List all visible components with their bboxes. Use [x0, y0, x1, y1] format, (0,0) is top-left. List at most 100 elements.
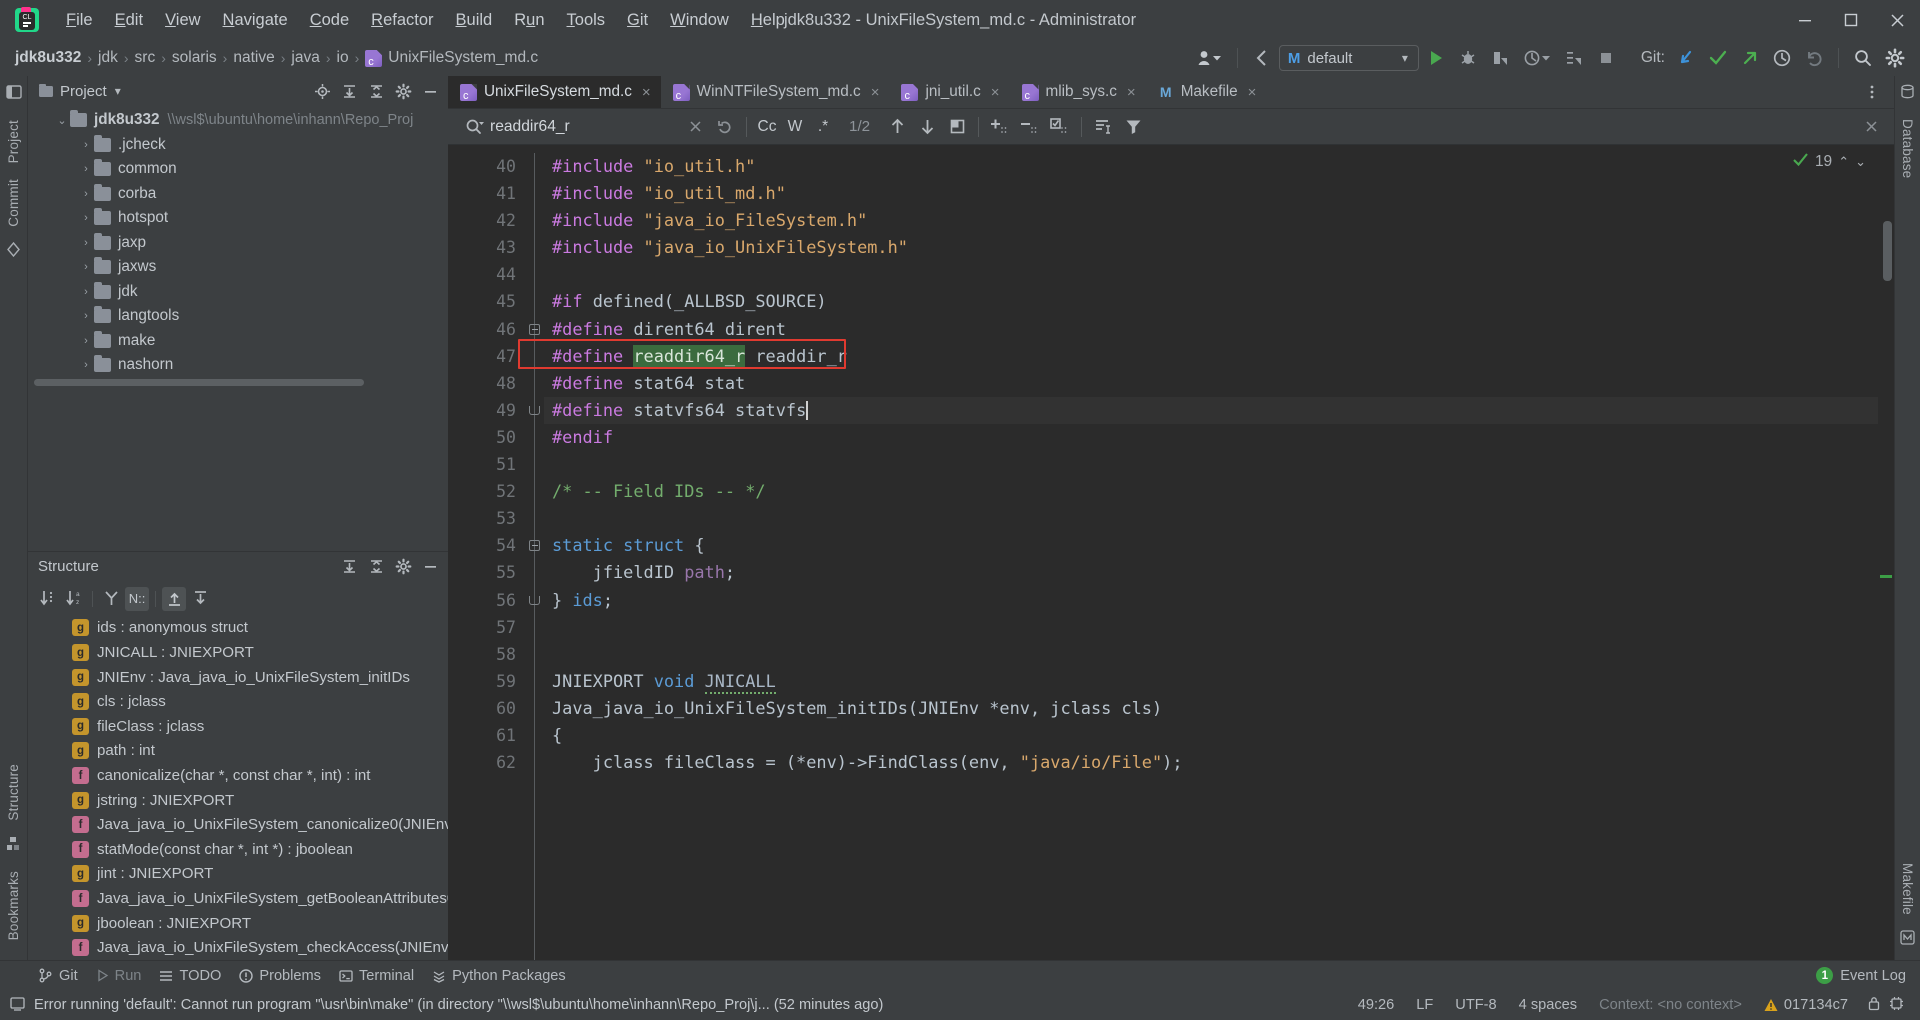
caret-position[interactable]: 49:26 [1347, 997, 1406, 1013]
editor-tab[interactable]: mlib_sys.c × [1010, 76, 1146, 108]
code-line[interactable] [544, 614, 1878, 641]
code-line[interactable]: #include "io_util.h" [544, 153, 1878, 180]
add-selection-icon[interactable] [985, 113, 1015, 141]
code-line[interactable]: } ids; [544, 587, 1878, 614]
tool-window-terminal[interactable]: Terminal [335, 968, 428, 984]
menu-refactor[interactable]: Refactor [361, 7, 443, 34]
chevron-right-icon[interactable]: › [78, 212, 94, 224]
chevron-right-icon[interactable]: › [78, 237, 94, 249]
chevron-down-icon[interactable]: ▾ [115, 84, 121, 98]
tree-row[interactable]: › langtools [28, 304, 448, 329]
tool-window-python-packages[interactable]: Python Packages [428, 968, 580, 984]
regex-toggle[interactable]: .* [809, 113, 837, 141]
tree-row[interactable]: › nashorn [28, 353, 448, 378]
run-configuration-selector[interactable]: M default ▾ [1278, 45, 1419, 71]
user-profile-icon[interactable] [1190, 44, 1228, 72]
code-line[interactable]: #define readdir64_r readdir_r [544, 343, 1878, 370]
code-line[interactable] [544, 261, 1878, 288]
breadcrumb-item-3[interactable]: solaris [167, 47, 222, 69]
menu-view[interactable]: View [155, 7, 210, 34]
chevron-right-icon[interactable]: › [78, 286, 94, 298]
remove-selection-icon[interactable] [1015, 113, 1045, 141]
collapse-all-icon[interactable] [364, 555, 388, 579]
line-separator[interactable]: LF [1405, 997, 1444, 1013]
minimize-button[interactable] [1782, 0, 1828, 40]
tool-window-run[interactable]: Run [92, 968, 156, 984]
code-editor[interactable]: 40 41 42 43 44 45 46 47 48 49 50 51 52 53 54 55 56 57 58 59… [448, 145, 1894, 960]
structure-item[interactable]: g cls : jclass [28, 689, 448, 714]
close-tab-icon[interactable]: × [991, 84, 1000, 101]
code-line[interactable]: #define statvfs64 statvfs [544, 396, 1878, 424]
autoscroll-from-source-icon[interactable] [188, 587, 212, 611]
inspection-prev-icon[interactable]: ⌃ [1838, 154, 1849, 170]
tree-row[interactable]: › common [28, 157, 448, 182]
locate-file-icon[interactable] [310, 79, 334, 103]
stop-icon[interactable] [1591, 44, 1621, 72]
hide-panel-icon[interactable] [418, 79, 442, 103]
sort-alphabetically-icon[interactable]: az [62, 587, 86, 611]
code-line[interactable]: #define stat64 stat [544, 370, 1878, 397]
clear-search-icon[interactable] [680, 113, 710, 141]
show-namespaces-icon[interactable]: N:: [125, 586, 149, 611]
breadcrumb-item-5[interactable]: java [286, 47, 324, 69]
select-all-lines-icon[interactable] [1045, 113, 1075, 141]
editor-tab[interactable]: jni_util.c × [889, 76, 1009, 108]
close-tab-icon[interactable]: × [871, 84, 880, 101]
close-find-icon[interactable] [1856, 113, 1886, 141]
code-line[interactable]: #include "io_util_md.h" [544, 180, 1878, 207]
tree-row[interactable]: › hotspot [28, 206, 448, 231]
lock-icon[interactable] [1859, 996, 1889, 1015]
close-tab-icon[interactable]: × [1127, 84, 1136, 101]
code-line[interactable]: jclass fileClass = (*env)->FindClass(env… [544, 749, 1878, 776]
project-tree-hscrollbar[interactable] [28, 377, 448, 387]
expand-all-icon[interactable] [337, 555, 361, 579]
structure-item[interactable]: g jboolean : JNIEXPORT [28, 911, 448, 936]
git-push-icon[interactable] [1735, 44, 1765, 72]
git-rollback-icon[interactable] [1799, 44, 1829, 72]
menu-tools[interactable]: Tools [557, 7, 616, 34]
more-tabs-icon[interactable] [1860, 80, 1884, 104]
run-coverage-icon[interactable] [1485, 44, 1515, 72]
menu-run[interactable]: Run [504, 7, 554, 34]
code-line[interactable]: Java_java_io_UnixFileSystem_initIDs(JNIE… [544, 695, 1878, 722]
editor-tab[interactable]: UnixFileSystem_md.c × [448, 76, 661, 108]
git-update-icon[interactable] [1671, 44, 1701, 72]
sort-by-visibility-icon[interactable] [36, 587, 60, 611]
structure-item[interactable]: g jstring : JNIEXPORT [28, 788, 448, 813]
chevron-right-icon[interactable]: › [78, 163, 94, 175]
navigate-back-icon[interactable] [1247, 44, 1277, 72]
chevron-down-icon[interactable]: ⌄ [54, 114, 70, 127]
fold-end-icon[interactable] [529, 405, 540, 415]
structure-item[interactable]: f Java_java_io_UnixFileSystem_canonicaliz… [28, 812, 448, 837]
structure-item[interactable]: g fileClass : jclass [28, 714, 448, 739]
breadcrumb-item-6[interactable]: io [332, 47, 354, 69]
project-tree[interactable]: ⌄ jdk8u332 \\wsl$\ubuntu\home\inhann\Rep… [28, 106, 448, 551]
code-line[interactable] [544, 505, 1878, 532]
chevron-right-icon[interactable]: › [78, 139, 94, 151]
find-input[interactable] [490, 117, 680, 136]
rail-item-bookmarks[interactable]: Bookmarks [6, 863, 21, 948]
tree-row-root[interactable]: ⌄ jdk8u332 \\wsl$\ubuntu\home\inhann\Rep… [28, 108, 448, 133]
status-message[interactable]: Error running 'default': Cannot run prog… [34, 997, 883, 1013]
tool-window-git[interactable]: Git [34, 968, 92, 984]
hide-panel-icon[interactable] [418, 555, 442, 579]
structure-item[interactable]: g jint : JNIEXPORT [28, 862, 448, 887]
structure-item[interactable]: g ids : anonymous struct [28, 616, 448, 641]
expand-all-icon[interactable] [337, 79, 361, 103]
search-everywhere-icon[interactable] [1848, 44, 1878, 72]
inspection-widget[interactable]: 19 ⌃ ⌄ [1792, 151, 1866, 173]
fold-collapse-icon[interactable] [529, 323, 540, 335]
breadcrumb-item-0[interactable]: jdk8u332 [10, 47, 86, 69]
menu-help[interactable]: Help [741, 7, 795, 34]
breadcrumb-item-4[interactable]: native [228, 47, 279, 69]
structure-item[interactable]: f Java_java_io_UnixFileSystem_getBooleanA… [28, 886, 448, 911]
chevron-right-icon[interactable]: › [78, 335, 94, 347]
search-history-icon[interactable] [710, 113, 740, 141]
in-selection-icon[interactable] [1088, 113, 1118, 141]
menu-window[interactable]: Window [660, 7, 739, 34]
profiler-icon[interactable] [1517, 44, 1557, 72]
menu-edit[interactable]: Edit [105, 7, 153, 34]
rail-item-database[interactable]: Database [1900, 111, 1915, 186]
autoscroll-to-source-icon[interactable] [162, 586, 186, 611]
tree-row[interactable]: › make [28, 329, 448, 354]
